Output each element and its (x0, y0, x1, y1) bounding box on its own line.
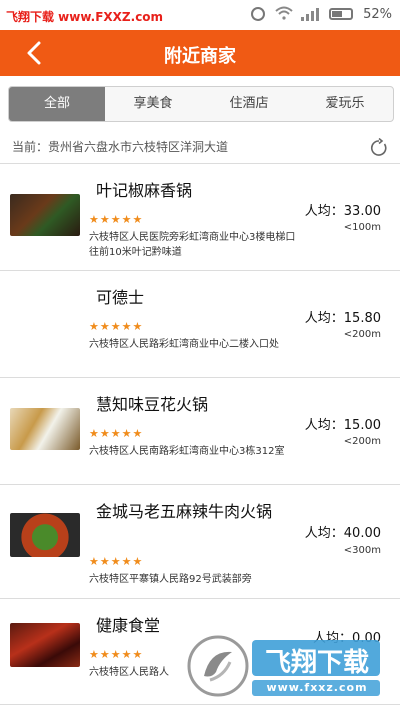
tab-entertainment[interactable]: 爱玩乐 (297, 87, 393, 121)
merchant-row[interactable]: 可德士 ★★★★★ 六枝特区人民路彩虹湾商业中心二楼入口处 人均：15.80 <… (0, 271, 400, 377)
distance: <300m (343, 545, 381, 556)
current-location: 当前：贵州省六盘水市六枝特区洋洞大道 (12, 140, 229, 154)
merchant-photo (10, 194, 80, 236)
refresh-icon[interactable] (369, 137, 389, 158)
merchant-address: 六枝特区人民路彩虹湾商业中心二楼入口处 (89, 339, 279, 350)
signal-icon (301, 7, 320, 21)
status-bar: 飞翔下载 www.FXXZ.com 52% (0, 0, 400, 30)
merchant-name: 可德士 (96, 288, 145, 307)
merchant-address: 六枝特区平寨镇人民路92号武装部旁 (89, 574, 252, 585)
watermark-brand: 飞翔下载 (264, 648, 369, 678)
top-watermark: 飞翔下载 www.FXXZ.com (6, 10, 164, 24)
average-price: 人均：15.00 (304, 418, 381, 433)
page-title: 附近商家 (164, 46, 236, 67)
watermark-url: www.fxxz.com (266, 681, 368, 694)
distance: <100m (343, 222, 381, 233)
category-tabs: 全部 享美食 住酒店 爱玩乐 (8, 86, 394, 122)
rating-stars: ★★★★★ (89, 648, 144, 661)
merchant-address: 六枝特区人民医院旁彩虹湾商业中心3楼电梯口往前10米叶记黔味道 (89, 232, 296, 258)
rating-stars: ★★★★★ (89, 320, 144, 333)
merchant-name: 慧知味豆花火锅 (96, 395, 209, 414)
distance: <200m (343, 329, 381, 340)
merchant-photo (10, 408, 80, 450)
merchant-photo (10, 513, 80, 557)
wifi-icon (275, 6, 293, 22)
tab-food[interactable]: 享美食 (105, 87, 201, 121)
tab-all[interactable]: 全部 (9, 87, 105, 121)
app-header: 附近商家 (0, 30, 400, 76)
merchant-row[interactable]: 叶记椒麻香锅 ★★★★★ 六枝特区人民医院旁彩虹湾商业中心3楼电梯口往前10米叶… (0, 164, 400, 270)
merchant-row[interactable]: 金城马老五麻辣牛肉火锅 ★★★★★ 六枝特区平寨镇人民路92号武装部旁 人均：4… (0, 485, 400, 591)
merchant-name: 叶记椒麻香锅 (96, 181, 193, 200)
merchant-address: 六枝特区人民南路彩虹湾商业中心3栋312室 (89, 446, 285, 457)
average-price: 人均：33.00 (304, 204, 381, 219)
alarm-icon (251, 7, 266, 21)
tab-hotel[interactable]: 住酒店 (201, 87, 297, 121)
merchant-photo (10, 623, 80, 667)
battery-level: 52% (363, 6, 392, 22)
rating-stars: ★★★★★ (89, 213, 144, 226)
merchant-address: 六枝特区人民路人 (89, 667, 169, 678)
divider (0, 704, 400, 705)
average-price: 人均：15.80 (304, 311, 381, 326)
status-icons: 52% (251, 6, 392, 22)
merchant-row[interactable]: 慧知味豆花火锅 ★★★★★ 六枝特区人民南路彩虹湾商业中心3栋312室 人均：1… (0, 378, 400, 484)
merchant-name: 金城马老五麻辣牛肉火锅 (96, 502, 273, 521)
distance: <200m (343, 436, 381, 447)
rating-stars: ★★★★★ (89, 427, 144, 440)
battery-icon (329, 8, 354, 20)
average-price: 人均：40.00 (304, 526, 381, 541)
bottom-watermark: 飞翔下载 www.fxxz.com (186, 632, 386, 700)
rating-stars: ★★★★★ (89, 555, 144, 568)
